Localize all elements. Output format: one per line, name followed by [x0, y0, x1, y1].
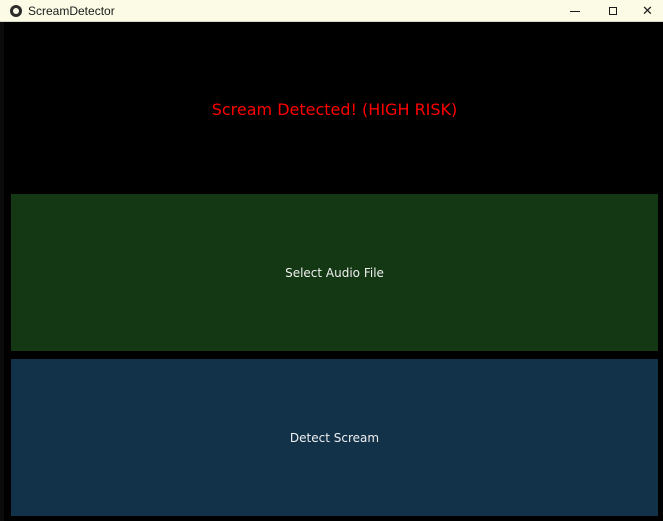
- minimize-button[interactable]: [556, 0, 594, 22]
- app-icon: [10, 5, 22, 17]
- detection-status-label: Scream Detected! (HIGH RISK): [211, 100, 458, 119]
- select-audio-file-label: Select Audio File: [285, 265, 384, 280]
- title-bar[interactable]: ScreamDetector ✕: [0, 0, 663, 22]
- select-audio-file-button[interactable]: Select Audio File: [11, 194, 658, 351]
- detect-scream-label: Detect Scream: [289, 430, 380, 445]
- close-icon: ✕: [642, 3, 653, 19]
- app-window: ScreamDetector ✕ Scream Detected! (HIGH …: [0, 0, 663, 521]
- minimize-icon: [570, 10, 580, 12]
- detect-scream-button[interactable]: Detect Scream: [11, 359, 658, 516]
- maximize-button[interactable]: [594, 0, 632, 22]
- maximize-icon: [609, 7, 617, 15]
- close-button[interactable]: ✕: [632, 0, 663, 22]
- window-title: ScreamDetector: [28, 4, 115, 18]
- window-left-border: [0, 22, 4, 521]
